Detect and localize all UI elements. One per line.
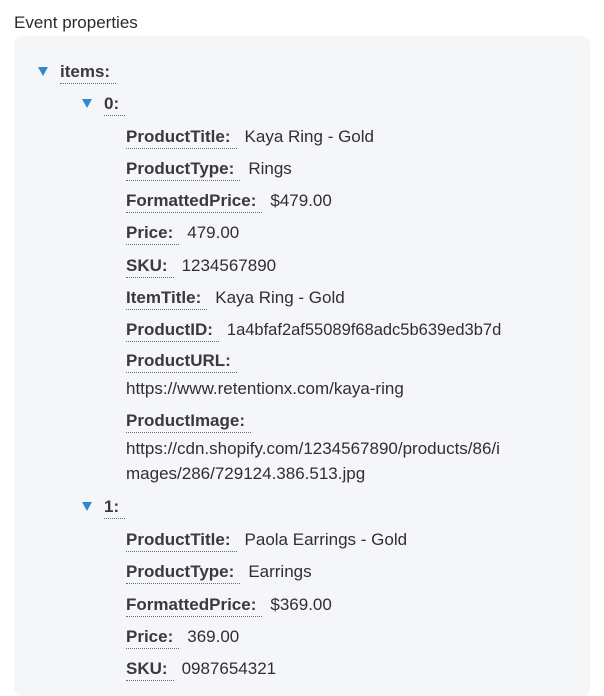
property-value: https://www.retentionx.com/kaya-ring (126, 379, 404, 398)
property-value: Earrings (248, 562, 312, 581)
property-key: ProductTitle: (126, 530, 237, 552)
section-title: Event properties (14, 13, 138, 32)
property-row: FormattedPrice: $479.00 (126, 190, 332, 213)
caret-down-icon[interactable] (38, 67, 48, 76)
property-value: Rings (248, 159, 292, 178)
property-row: ProductTitle: Kaya Ring - Gold (126, 126, 374, 149)
property-key: Price: (126, 627, 180, 649)
tree-node-items[interactable]: items: (38, 62, 117, 84)
property-value: $479.00 (270, 191, 332, 210)
property-value: 1234567890 (181, 256, 277, 275)
property-key: ProductType: (126, 562, 241, 584)
property-value: Kaya Ring - Gold (215, 288, 345, 307)
property-value: 0987654321 (181, 659, 277, 678)
property-value: 479.00 (187, 223, 240, 242)
property-row: SKU: 0987654321 (126, 658, 276, 681)
property-key: ProductURL: (126, 351, 237, 373)
property-key: ProductImage: (126, 411, 252, 433)
property-row: SKU: 1234567890 (126, 255, 276, 278)
property-value: Kaya Ring - Gold (244, 127, 374, 146)
property-key: FormattedPrice: (126, 595, 263, 617)
property-key: 1: (104, 497, 126, 519)
tree-node-item-1[interactable]: 1: (82, 497, 126, 519)
property-value: 1a4bfaf2af55089f68adc5b639ed3b7d (226, 321, 502, 339)
property-row: FormattedPrice: $369.00 (126, 594, 332, 617)
property-key: SKU: (126, 256, 174, 278)
tree-node-item-0[interactable]: 0: (82, 94, 126, 116)
property-row: Price: 479.00 (126, 222, 239, 245)
property-value: https://cdn.shopify.com/1234567890/produ… (126, 439, 500, 458)
property-value: 369.00 (187, 627, 240, 646)
property-key: 0: (104, 94, 126, 116)
property-key: FormattedPrice: (126, 191, 263, 213)
property-row: ProductURL: (126, 351, 237, 373)
property-value: $369.00 (270, 595, 332, 614)
property-value: mages/286/729124.386.513.jpg (126, 464, 366, 483)
caret-down-icon[interactable] (82, 502, 92, 511)
event-properties-panel: items: 0: ProductTitle: Kaya Ring - Gold… (14, 36, 590, 696)
property-row: ItemTitle: Kaya Ring - Gold (126, 287, 345, 310)
property-value: Paola Earrings - Gold (244, 530, 408, 549)
property-row: ProductType: Rings (126, 158, 292, 181)
property-key: items: (60, 62, 117, 84)
property-row: ProductID: 1a4bfaf2af55089f68adc5b639ed3… (126, 319, 501, 342)
property-key: Price: (126, 223, 180, 245)
property-key: ItemTitle: (126, 288, 208, 310)
property-row: Price: 369.00 (126, 626, 239, 649)
property-key: ProductID: (126, 320, 219, 342)
property-row: ProductImage: (126, 411, 252, 433)
property-row: ProductType: Earrings (126, 561, 312, 584)
property-key: SKU: (126, 659, 174, 681)
property-key: ProductTitle: (126, 127, 237, 149)
caret-down-icon[interactable] (82, 99, 92, 108)
property-row: ProductTitle: Paola Earrings - Gold (126, 529, 407, 552)
property-key: ProductType: (126, 159, 241, 181)
